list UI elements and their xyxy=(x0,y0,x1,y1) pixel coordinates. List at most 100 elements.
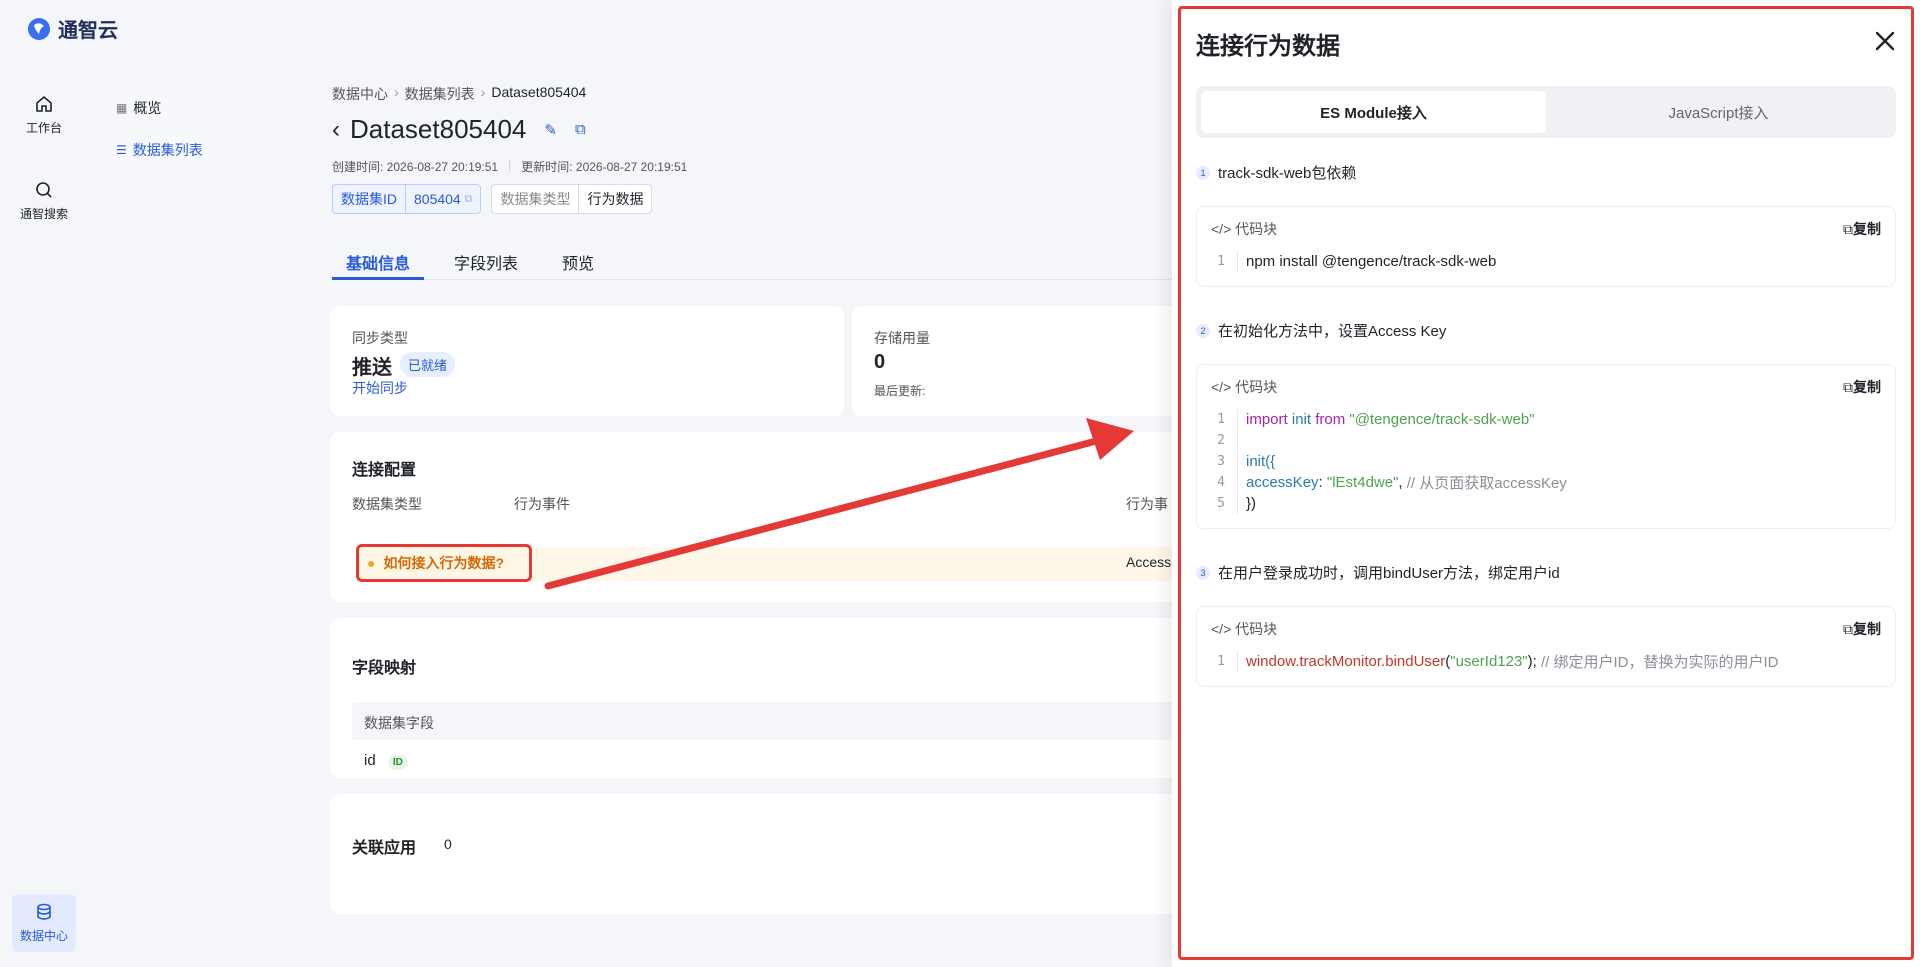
related-count: 0 xyxy=(444,836,452,852)
breadcrumb-separator-icon: › xyxy=(394,84,399,100)
breadcrumb-item[interactable]: 数据中心 xyxy=(332,84,388,104)
code-content[interactable]: 1 import init from "@tengence/track-sdk-w… xyxy=(1197,409,1895,528)
code-comment: // 从页面获取accessKey xyxy=(1406,475,1567,492)
back-arrow-icon[interactable]: ‹ xyxy=(332,116,340,144)
table-header: 数据集字段 xyxy=(352,702,1212,740)
code-keyword: from xyxy=(1315,411,1346,428)
tab-javascript[interactable]: JavaScript接入 xyxy=(1546,91,1891,133)
tag-value-wrap[interactable]: 805404 ⧉ xyxy=(405,185,480,213)
lightbulb-icon: ● xyxy=(367,555,376,571)
page-title: Dataset805404 xyxy=(350,114,527,144)
rail-item-datacenter[interactable]: 数据中心 xyxy=(12,894,76,952)
step-number: 1 xyxy=(1196,165,1210,180)
code-icon: </> xyxy=(1211,379,1232,395)
title-row: ‹ Dataset805404 ✎ ⧉ xyxy=(332,114,586,145)
breadcrumb: 数据中心 › 数据集列表 › Dataset805404 xyxy=(332,84,586,104)
code-text: init({ xyxy=(1237,451,1275,472)
tag-value: 行为数据 xyxy=(578,185,651,213)
subnav-item-label: 概览 xyxy=(133,100,162,116)
copy-icon[interactable]: ⧉ xyxy=(465,185,473,213)
code-label: 代码块 xyxy=(1235,621,1278,637)
rail-item-workbench[interactable]: 工作台 xyxy=(12,86,76,144)
step-number: 3 xyxy=(1196,565,1210,580)
subnav-item-label: 数据集列表 xyxy=(132,142,203,158)
copy-button[interactable]: ⧉复制 xyxy=(1843,219,1881,239)
copy-icon[interactable]: ⧉ xyxy=(575,121,586,138)
code-line: 3 init({ xyxy=(1197,451,1895,472)
code-punct: , xyxy=(1398,474,1407,491)
table-row: id ID xyxy=(364,752,408,770)
step-1: 1 track-sdk-web包依赖 xyxy=(1196,162,1356,183)
rail-item-label: 通智搜索 xyxy=(19,207,68,221)
close-icon[interactable] xyxy=(1872,28,1898,54)
tab-preview[interactable]: 预览 xyxy=(562,244,608,280)
subnav-item-overview[interactable]: ▦ 概览 xyxy=(116,98,161,118)
app-name: 通智云 xyxy=(58,20,118,42)
code-block-2: </> 代码块 ⧉复制 1 import init from "@tengence… xyxy=(1196,364,1896,529)
divider: | xyxy=(508,158,512,172)
code-string: "userId123" xyxy=(1450,653,1528,670)
left-rail: 工作台 通智搜索 数据中心 xyxy=(0,56,88,967)
edit-icon[interactable]: ✎ xyxy=(544,121,557,139)
tag-value: 805404 xyxy=(414,191,461,207)
updated-time: 更新时间: 2026-08-27 20:19:51 xyxy=(521,160,688,174)
database-icon xyxy=(37,903,51,920)
code-label-wrap: </> 代码块 xyxy=(1211,219,1277,239)
code-punct: : xyxy=(1318,474,1327,491)
app-logo[interactable]: 通智云 xyxy=(26,14,118,43)
code-line: 1 npm install @tengence/track-sdk-web xyxy=(1197,251,1895,272)
drawer-title: 连接行为数据 xyxy=(1196,33,1340,60)
column-header: 行为事 xyxy=(1126,496,1168,512)
code-label-wrap: </> 代码块 xyxy=(1211,619,1277,639)
code-punct: ); xyxy=(1527,653,1541,670)
rail-item-search[interactable]: 通智搜索 xyxy=(12,172,76,230)
breadcrumb-item[interactable]: 数据集列表 xyxy=(405,84,475,104)
list-icon: ☰ xyxy=(116,143,127,157)
code-string: "@tengence/track-sdk-web" xyxy=(1345,411,1535,428)
integration-tabs: ES Module接入 JavaScript接入 xyxy=(1196,86,1896,138)
code-label: 代码块 xyxy=(1235,221,1278,237)
code-icon: </> xyxy=(1211,621,1232,637)
tab-field-list[interactable]: 字段列表 xyxy=(454,244,532,280)
code-content[interactable]: 1 npm install @tengence/track-sdk-web xyxy=(1197,251,1895,286)
line-number: 4 xyxy=(1217,475,1225,490)
line-number: 2 xyxy=(1217,433,1225,448)
storage-value: 0 xyxy=(874,351,886,373)
sub-nav: ▦ 概览 ☰ 数据集列表 xyxy=(88,56,304,967)
tab-basic-info[interactable]: 基础信息 xyxy=(332,244,425,280)
copy-button[interactable]: ⧉复制 xyxy=(1843,377,1881,397)
meta-row: 创建时间: 2026-08-27 20:19:51 | 更新时间: 2026-0… xyxy=(332,158,687,175)
code-label-wrap: </> 代码块 xyxy=(1211,377,1277,397)
sync-type-label: 同步类型 xyxy=(352,330,408,346)
copy-label: 复制 xyxy=(1853,379,1881,395)
line-number: 1 xyxy=(1217,254,1225,269)
copy-button[interactable]: ⧉复制 xyxy=(1843,619,1881,639)
access-value: Access xyxy=(1126,554,1172,570)
code-header: </> 代码块 ⧉复制 xyxy=(1197,365,1895,409)
dataset-id-tag: 数据集ID 805404 ⧉ xyxy=(332,184,482,214)
step-text: 在初始化方法中，设置Access Key xyxy=(1218,323,1447,340)
step-2: 2 在初始化方法中，设置Access Key xyxy=(1196,320,1446,341)
code-text: }) xyxy=(1237,493,1256,514)
code-text: import init from "@tengence/track-sdk-we… xyxy=(1237,409,1535,430)
grid-icon: ▦ xyxy=(116,101,128,115)
tag-row: 数据集ID 805404 ⧉ 数据集类型 行为数据 xyxy=(332,184,653,214)
code-content[interactable]: 1 window.trackMonitor.bindUser("userId123… xyxy=(1197,651,1895,686)
code-header: </> 代码块 ⧉复制 xyxy=(1197,607,1895,651)
howto-button[interactable]: ● 如何接入行为数据? xyxy=(356,544,532,582)
code-line: 5}) xyxy=(1197,493,1895,514)
code-block-1: </> 代码块 ⧉复制 1 npm install @tengence/track… xyxy=(1196,206,1896,287)
code-text: window.trackMonitor.bindUser("userId123"… xyxy=(1237,651,1779,672)
last-update-label: 最后更新: xyxy=(874,384,926,398)
field-name: id xyxy=(364,752,376,769)
copy-icon: ⧉ xyxy=(1843,621,1853,637)
start-sync-link[interactable]: 开始同步 xyxy=(352,378,408,398)
code-property: accessKey xyxy=(1246,474,1319,491)
subnav-item-dataset-list[interactable]: ☰ 数据集列表 xyxy=(116,140,203,160)
tab-es-module[interactable]: ES Module接入 xyxy=(1201,91,1546,133)
breadcrumb-separator-icon: › xyxy=(480,84,486,100)
section-title: 连接配置 xyxy=(352,462,417,479)
code-block-3: </> 代码块 ⧉复制 1 window.trackMonitor.bindUse… xyxy=(1196,606,1896,687)
search-icon xyxy=(36,182,52,198)
copy-icon: ⧉ xyxy=(1843,379,1853,395)
